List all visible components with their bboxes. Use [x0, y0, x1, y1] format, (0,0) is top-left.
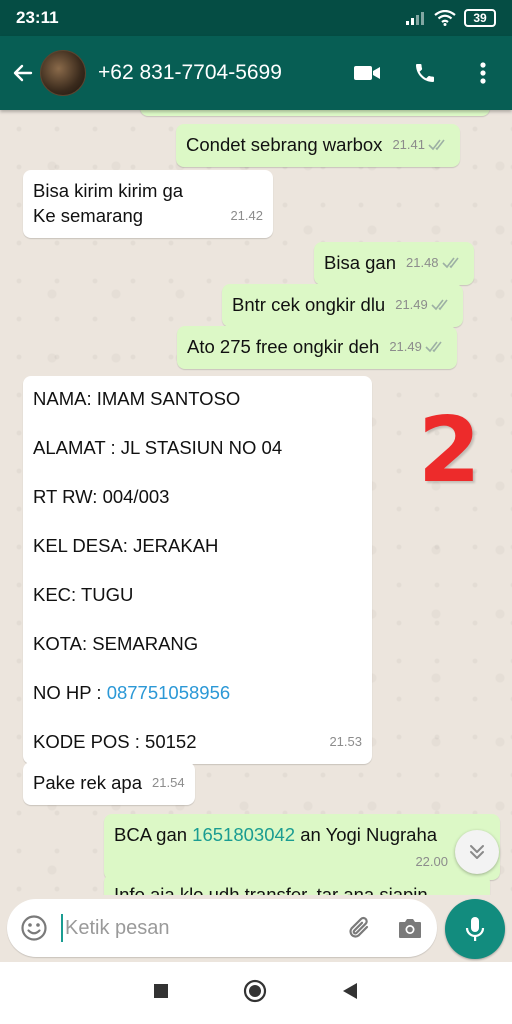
back-nav-button[interactable]	[341, 982, 359, 1005]
message-meta: 21.49	[389, 334, 447, 359]
message-text-line: Bisa kirim kirim ga	[33, 180, 184, 201]
message-time: 21.54	[152, 775, 185, 790]
message-bubble-outgoing[interactable]: Bisa gan 21.48	[314, 242, 474, 285]
input-bar	[0, 895, 512, 962]
address-street: ALAMAT : JL STASIUN NO 04	[33, 437, 283, 458]
battery-icon: 39	[464, 9, 496, 27]
microphone-icon	[465, 917, 485, 941]
message-text: Bisa gan	[324, 252, 396, 273]
message-meta: 21.41	[392, 132, 450, 157]
message-text: BCA gan 1651803042 an Yogi Nugraha	[114, 822, 490, 847]
double-check-icon	[428, 139, 445, 151]
double-check-icon	[441, 257, 459, 269]
double-check-icon	[431, 299, 448, 311]
voice-call-button[interactable]	[396, 36, 454, 110]
message-bubble-outgoing[interactable]: Ato 275 free ongkir deh 21.49	[177, 326, 457, 369]
message-bubble-outgoing-partial[interactable]: Info aja klo udh transfer, tar ana siapi…	[104, 874, 490, 895]
more-options-button[interactable]	[454, 36, 512, 110]
message-bubble-partial[interactable]	[140, 110, 490, 116]
square-icon	[154, 983, 168, 998]
message-text-suffix: an Yogi Nugraha	[300, 824, 438, 845]
home-circle-icon	[243, 979, 267, 1002]
double-check-icon	[425, 341, 442, 353]
phone-link[interactable]: 087751058956	[107, 682, 230, 703]
message-input[interactable]	[61, 914, 337, 942]
message-input-box	[7, 899, 437, 957]
message-text-line: Ke semarang	[33, 205, 144, 226]
message-bubble-incoming[interactable]: Pake rek apa 21.54	[23, 762, 195, 805]
message-time: 21.42	[230, 208, 263, 223]
video-call-button[interactable]	[338, 36, 396, 110]
message-time: 22.00	[415, 854, 448, 869]
chat-header: +62 831-7704-5699	[0, 36, 512, 110]
scroll-down-button[interactable]	[455, 830, 499, 874]
message-text: Ato 275 free ongkir deh	[187, 336, 380, 357]
phone-icon	[416, 64, 434, 82]
address-district: KEC: TUGU	[33, 584, 134, 605]
message-time: 21.49	[389, 339, 422, 354]
video-camera-icon	[354, 66, 380, 80]
message-text: Condet sebrang warbox	[186, 134, 383, 155]
chat-area[interactable]: Condet sebrang warbox 21.41 Bisa kirim k…	[0, 110, 512, 895]
wifi-icon	[434, 10, 456, 26]
message-text: Bntr cek ongkir dlu	[232, 294, 386, 315]
address-name: NAMA: IMAM SANTOSO	[33, 388, 241, 409]
triangle-left-icon	[343, 982, 357, 999]
message-meta: 21.48	[406, 250, 464, 275]
message-bubble-outgoing[interactable]: Condet sebrang warbox 21.41	[176, 124, 460, 167]
address-village: KEL DESA: JERAKAH	[33, 535, 219, 556]
home-button[interactable]	[243, 979, 267, 1008]
camera-icon	[399, 919, 421, 938]
account-number-link[interactable]: 1651803042	[192, 824, 295, 845]
annotation-number: 2	[418, 398, 481, 503]
message-time: 21.53	[329, 734, 362, 749]
system-nav-bar	[0, 962, 512, 1024]
paperclip-icon	[349, 916, 369, 938]
status-bar: 23:11 39	[0, 0, 512, 36]
status-time: 23:11	[16, 8, 59, 27]
voice-message-button[interactable]	[445, 899, 505, 959]
address-postcode: KODE POS : 50152	[33, 731, 197, 752]
emoji-icon	[21, 915, 47, 941]
message-bubble-outgoing[interactable]: BCA gan 1651803042 an Yogi Nugraha 22.00	[104, 814, 500, 880]
double-chevron-down-icon	[470, 845, 484, 859]
camera-button[interactable]	[383, 916, 437, 940]
message-bubble-incoming-address[interactable]: NAMA: IMAM SANTOSO ALAMAT : JL STASIUN N…	[23, 376, 372, 764]
emoji-button[interactable]	[7, 914, 61, 942]
message-meta: 21.49	[395, 292, 453, 317]
attach-button[interactable]	[337, 915, 383, 941]
message-text: Pake rek apa	[33, 772, 143, 793]
message-time: 21.41	[392, 137, 425, 152]
phone-label: NO HP :	[33, 682, 102, 703]
status-icons: 39	[406, 9, 496, 27]
message-time: 21.49	[395, 297, 428, 312]
message-text: Info aja klo udh transfer, tar ana siapi…	[114, 884, 428, 895]
signal-icon	[406, 12, 424, 25]
recent-apps-button[interactable]	[153, 983, 169, 1004]
back-button[interactable]	[4, 36, 42, 110]
contact-avatar[interactable]	[40, 50, 86, 96]
message-bubble-incoming[interactable]: Bisa kirim kirim ga Ke semarang 21.42	[23, 170, 273, 238]
address-phone: NO HP : 087751058956	[33, 680, 362, 705]
message-text-prefix: BCA gan	[114, 824, 188, 845]
message-bubble-outgoing[interactable]: Bntr cek ongkir dlu 21.49	[222, 284, 463, 327]
contact-name[interactable]: +62 831-7704-5699	[98, 61, 338, 85]
address-city: KOTA: SEMARANG	[33, 633, 199, 654]
more-vertical-icon	[480, 62, 486, 84]
arrow-left-icon	[13, 64, 33, 82]
message-time: 21.48	[406, 255, 439, 270]
address-rt-rw: RT RW: 004/003	[33, 486, 170, 507]
